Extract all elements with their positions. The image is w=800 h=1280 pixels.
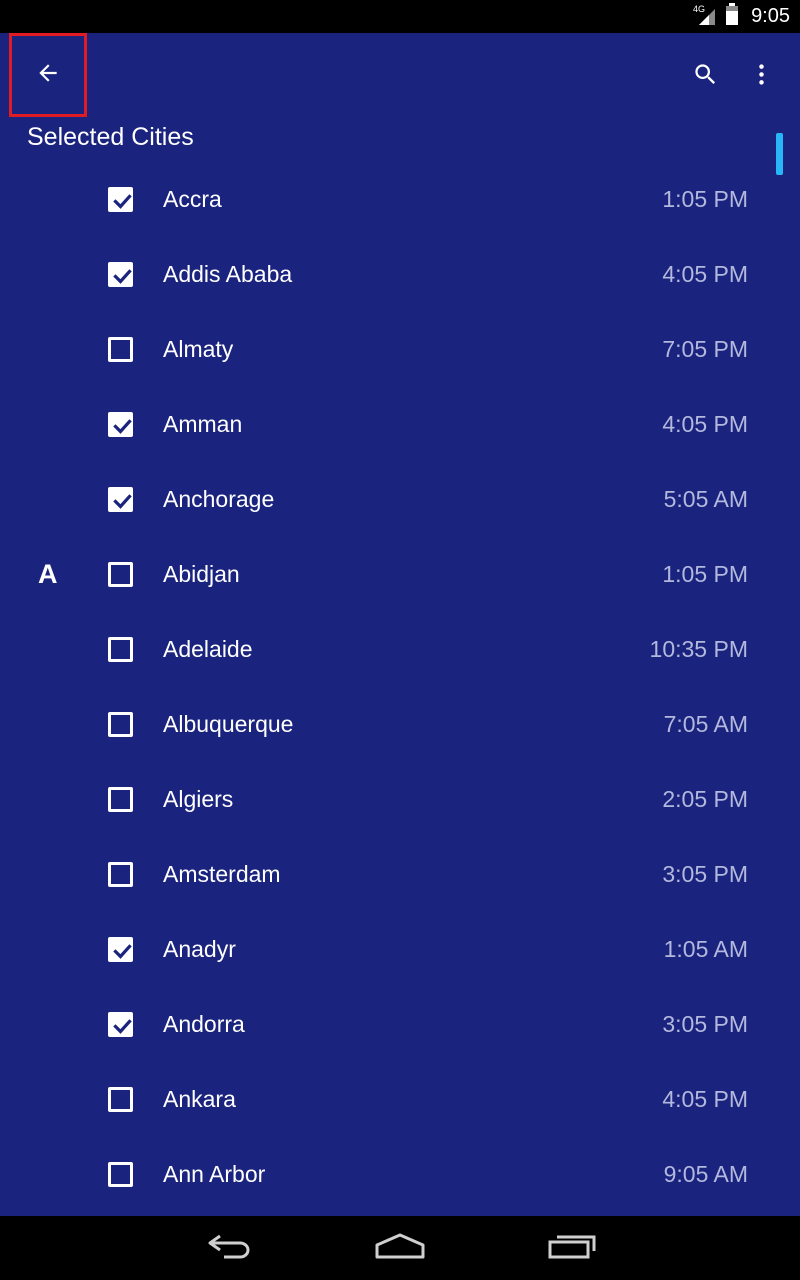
city-time: 1:05 PM <box>662 186 748 212</box>
city-time: 4:05 PM <box>662 1086 748 1112</box>
city-checkbox[interactable] <box>108 262 133 287</box>
city-checkbox[interactable] <box>108 862 133 887</box>
city-checkbox[interactable] <box>108 1162 133 1187</box>
city-row[interactable]: Ankara 4:05 PM <box>0 1062 800 1137</box>
city-time: 3:05 PM <box>662 1011 748 1037</box>
index-letter: A <box>38 559 58 589</box>
city-time: 10:35 PM <box>649 636 748 662</box>
check-icon <box>113 269 132 284</box>
nav-home-button[interactable] <box>360 1224 440 1272</box>
city-name: Addis Ababa <box>163 261 293 287</box>
city-checkbox[interactable] <box>108 937 133 962</box>
city-row[interactable]: Almaty 7:05 PM <box>0 312 800 387</box>
city-time: 1:05 AM <box>663 936 748 962</box>
status-bar: 4G 9:05 <box>0 0 800 33</box>
city-time: 9:05 AM <box>663 1161 748 1187</box>
city-checkbox[interactable] <box>108 787 133 812</box>
status-icons: 4G 9:05 <box>693 0 790 33</box>
city-list: Accra 1:05 PM Addis Ababa 4:05 PM Almaty… <box>0 162 800 1212</box>
check-icon <box>113 944 132 959</box>
nav-back-icon <box>206 1232 254 1265</box>
city-name: Amman <box>163 411 243 437</box>
city-time: 7:05 AM <box>663 711 748 737</box>
city-row[interactable]: Addis Ababa 4:05 PM <box>0 237 800 312</box>
city-name: Anadyr <box>163 936 236 962</box>
city-checkbox[interactable] <box>108 412 133 437</box>
city-name: Amsterdam <box>163 861 281 887</box>
app-bar <box>0 33 800 119</box>
city-checkbox[interactable] <box>108 187 133 212</box>
city-checkbox[interactable] <box>108 712 133 737</box>
city-time: 4:05 PM <box>662 261 748 287</box>
navigation-bar <box>0 1216 800 1280</box>
city-row[interactable]: Amsterdam 3:05 PM <box>0 837 800 912</box>
city-name: Albuquerque <box>163 711 294 737</box>
back-button[interactable] <box>9 33 87 117</box>
city-row[interactable]: Accra 1:05 PM <box>0 162 800 237</box>
city-name: Ann Arbor <box>163 1161 266 1187</box>
city-row[interactable]: Ann Arbor 9:05 AM <box>0 1137 800 1212</box>
search-icon <box>692 61 719 93</box>
city-row[interactable]: Albuquerque 7:05 AM <box>0 687 800 762</box>
city-checkbox[interactable] <box>108 562 133 587</box>
city-checkbox[interactable] <box>108 637 133 662</box>
status-time: 9:05 <box>751 5 790 27</box>
city-name: Andorra <box>163 1011 245 1037</box>
city-name: Algiers <box>163 786 234 812</box>
signal-icon: 4G <box>693 3 719 30</box>
city-row[interactable]: Amman 4:05 PM <box>0 387 800 462</box>
city-name: Almaty <box>163 336 234 362</box>
city-row[interactable]: Anchorage 5:05 AM <box>0 462 800 537</box>
check-icon <box>113 194 132 209</box>
search-button[interactable] <box>682 54 728 100</box>
city-row[interactable]: Algiers 2:05 PM <box>0 762 800 837</box>
city-checkbox[interactable] <box>108 1012 133 1037</box>
city-name: Accra <box>163 186 222 212</box>
nav-home-icon <box>374 1232 426 1265</box>
city-time: 2:05 PM <box>662 786 748 812</box>
city-row[interactable]: Andorra 3:05 PM <box>0 987 800 1062</box>
city-checkbox[interactable] <box>108 1087 133 1112</box>
check-icon <box>113 494 132 509</box>
city-row[interactable]: A Abidjan 1:05 PM <box>0 537 800 612</box>
check-icon <box>113 1019 132 1034</box>
city-time: 1:05 PM <box>662 561 748 587</box>
svg-text:4G: 4G <box>693 4 705 14</box>
more-vert-icon <box>748 61 775 93</box>
check-icon <box>113 419 132 434</box>
section-title: Selected Cities <box>27 123 194 151</box>
city-name: Ankara <box>163 1086 236 1112</box>
city-time: 4:05 PM <box>662 411 748 437</box>
city-checkbox[interactable] <box>108 487 133 512</box>
nav-recents-button[interactable] <box>532 1224 612 1272</box>
nav-back-button[interactable] <box>190 1224 270 1272</box>
city-row[interactable]: Anadyr 1:05 AM <box>0 912 800 987</box>
city-name: Anchorage <box>163 486 275 512</box>
arrow-back-icon <box>35 60 61 91</box>
city-name: Abidjan <box>163 561 240 587</box>
city-time: 5:05 AM <box>663 486 748 512</box>
city-row[interactable]: Adelaide 10:35 PM <box>0 612 800 687</box>
city-name: Adelaide <box>163 636 253 662</box>
nav-recents-icon <box>547 1232 597 1265</box>
city-time: 7:05 PM <box>662 336 748 362</box>
city-checkbox[interactable] <box>108 337 133 362</box>
city-time: 3:05 PM <box>662 861 748 887</box>
battery-icon <box>725 3 739 30</box>
overflow-menu-button[interactable] <box>738 54 784 100</box>
